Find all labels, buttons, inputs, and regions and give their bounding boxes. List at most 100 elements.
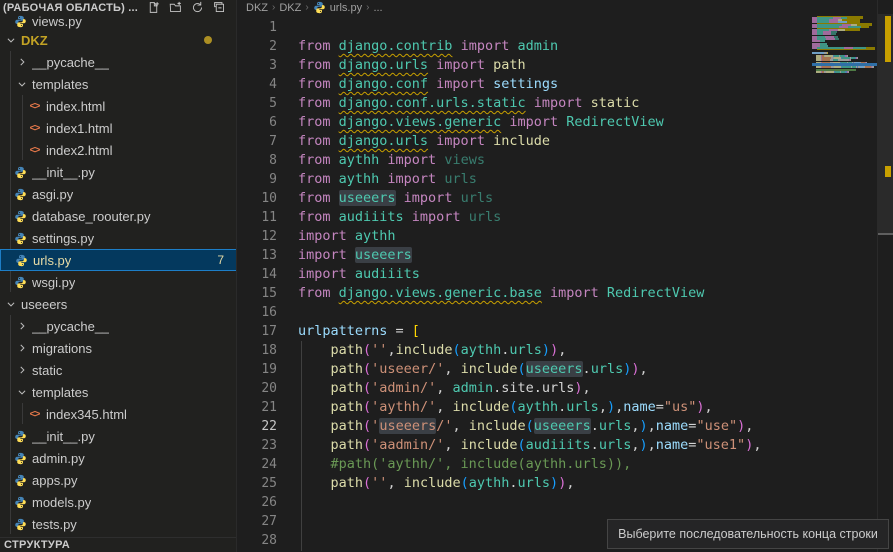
tree-item-urls.py[interactable]: urls.py7 <box>0 249 237 271</box>
code-line-10[interactable]: 10from useeers import urls <box>238 189 878 208</box>
code-text: path('', include(aythh.urls)), <box>298 474 574 493</box>
breadcrumb-item[interactable]: DKZ <box>246 2 268 14</box>
tree-item-index.html[interactable]: <>index.html <box>0 95 237 117</box>
line-number: 4 <box>238 75 277 94</box>
tree-item-__pycache__[interactable]: __pycache__ <box>0 51 237 73</box>
html-file-icon: <> <box>28 408 41 421</box>
tree-item-wsgi.py[interactable]: wsgi.py <box>0 271 237 293</box>
code-text: #path('aythh/', include(aythh.urls)), <box>298 455 631 474</box>
code-line-4[interactable]: 4from django.conf import settings <box>238 75 878 94</box>
code-line-5[interactable]: 5from django.conf.urls.static import sta… <box>238 94 878 113</box>
code-line-8[interactable]: 8from aythh import views <box>238 151 878 170</box>
line-number: 7 <box>238 132 277 151</box>
code-line-17[interactable]: 17 urlpatterns = [ <box>238 322 878 341</box>
python-file-icon <box>14 518 27 531</box>
file-label: index.html <box>46 99 105 114</box>
ruler-warning-mark <box>885 166 891 177</box>
outline-section-header[interactable]: СТРУКТУРА <box>0 537 237 552</box>
code-line-3[interactable]: 3from django.urls import path <box>238 56 878 75</box>
tree-item-templates[interactable]: templates <box>0 73 237 95</box>
file-label: migrations <box>32 341 92 356</box>
code-line-16[interactable]: 16 <box>238 303 878 322</box>
line-number: 17 <box>238 322 277 341</box>
code-line-25[interactable]: 25 path('', include(aythh.urls)), <box>238 474 878 493</box>
minimap-token <box>844 47 853 49</box>
python-file-icon <box>14 452 27 465</box>
tree-item-asgi.py[interactable]: asgi.py <box>0 183 237 205</box>
tree-item-index345.html[interactable]: <>index345.html <box>0 403 237 425</box>
editor-scrollbar[interactable] <box>877 0 893 552</box>
code-line-20[interactable]: 20 path('admin/', admin.site.urls), <box>238 379 878 398</box>
line-number: 3 <box>238 56 277 75</box>
code-line-14[interactable]: 14import audiiits <box>238 265 878 284</box>
breadcrumb-item[interactable]: urls.py <box>330 2 362 14</box>
tree-item-migrations[interactable]: migrations <box>0 337 237 359</box>
breadcrumb-separator: › <box>366 2 369 13</box>
tree-item-useeers[interactable]: useeers <box>0 293 237 315</box>
code-line-11[interactable]: 11from audiiits import urls <box>238 208 878 227</box>
minimap-token <box>853 47 866 49</box>
code-line-7[interactable]: 7from django.urls import include <box>238 132 878 151</box>
tree-item-__pycache__[interactable]: __pycache__ <box>0 315 237 337</box>
refresh-icon[interactable] <box>190 1 205 15</box>
code-text: path('useeer/', include(useeers.urls)), <box>298 360 648 379</box>
line-number: 8 <box>238 151 277 170</box>
code-line-23[interactable]: 23 path('aadmin/', include(audiiits.urls… <box>238 436 878 455</box>
python-file-icon <box>14 496 27 509</box>
line-number: 28 <box>238 531 277 550</box>
tree-item-settings.py[interactable]: settings.py <box>0 227 237 249</box>
minimap-token <box>817 47 844 49</box>
minimap[interactable] <box>812 14 877 552</box>
tree-item-__init__.py[interactable]: __init__.py <box>0 161 237 183</box>
breadcrumb-item[interactable]: ... <box>373 2 382 14</box>
code-line-6[interactable]: 6from django.views.generic import Redire… <box>238 113 878 132</box>
collapse-all-icon[interactable] <box>212 1 227 15</box>
code-line-15[interactable]: 15from django.views.generic.base import … <box>238 284 878 303</box>
code-line-9[interactable]: 9from aythh import urls <box>238 170 878 189</box>
tree-item-apps.py[interactable]: apps.py <box>0 469 237 491</box>
new-folder-icon[interactable] <box>168 1 183 15</box>
tree-item-index1.html[interactable]: <>index1.html <box>0 117 237 139</box>
chevron-down-icon <box>16 387 27 398</box>
tree-item-admin.py[interactable]: admin.py <box>0 447 237 469</box>
code-text: urlpatterns = [ <box>298 322 420 341</box>
minimap-token <box>826 71 834 73</box>
python-file-icon <box>14 210 27 223</box>
code-line-19[interactable]: 19 path('useeer/', include(useeers.urls)… <box>238 360 878 379</box>
code-line-2[interactable]: 2from django.contrib import admin <box>238 37 878 56</box>
code-text: path('useeers/', include(useeers.urls,),… <box>298 417 753 436</box>
code-line-18[interactable]: 18 path('',include(aythh.urls)), <box>238 341 878 360</box>
line-number: 26 <box>238 493 277 512</box>
code-line-24[interactable]: 24 #path('aythh/', include(aythh.urls)), <box>238 455 878 474</box>
minimap-token <box>865 66 871 68</box>
code-text: path('aythh/', include(aythh.urls,),name… <box>298 398 713 417</box>
code-text: path('admin/', admin.site.urls), <box>298 379 591 398</box>
breadcrumb-item[interactable]: DKZ <box>279 2 301 14</box>
line-number: 23 <box>238 436 277 455</box>
code-line-1[interactable]: 1 <box>238 18 878 37</box>
tree-item-index2.html[interactable]: <>index2.html <box>0 139 237 161</box>
chevron-down-icon <box>5 299 16 310</box>
tree-item-database_roouter.py[interactable]: database_roouter.py <box>0 205 237 227</box>
code-line-22[interactable]: 22 path('useeers/', include(useeers.urls… <box>238 417 878 436</box>
code-line-26[interactable]: 26 <box>238 493 878 512</box>
tree-item-static[interactable]: static <box>0 359 237 381</box>
file-label: asgi.py <box>32 187 73 202</box>
explorer-section-header[interactable]: (РАБОЧАЯ ОБЛАСТЬ) ... <box>0 0 237 15</box>
file-tree: views.pyDKZ__pycache__templates<>index.h… <box>0 0 237 538</box>
tree-item-templates[interactable]: templates <box>0 381 237 403</box>
line-number: 18 <box>238 341 277 360</box>
new-file-icon[interactable] <box>146 1 161 15</box>
tree-item-tests.py[interactable]: tests.py <box>0 513 237 535</box>
python-file-icon <box>14 430 27 443</box>
tree-item-DKZ[interactable]: DKZ <box>0 29 237 51</box>
code-line-12[interactable]: 12import aythh <box>238 227 878 246</box>
tree-item-__init__.py[interactable]: __init__.py <box>0 425 237 447</box>
tree-item-models.py[interactable]: models.py <box>0 491 237 513</box>
file-label: __init__.py <box>32 429 95 444</box>
minimap-token <box>848 71 849 73</box>
html-file-icon: <> <box>28 122 41 135</box>
code-line-13[interactable]: 13import useeers <box>238 246 878 265</box>
code-text: import audiiits <box>298 265 420 284</box>
code-line-21[interactable]: 21 path('aythh/', include(aythh.urls,),n… <box>238 398 878 417</box>
